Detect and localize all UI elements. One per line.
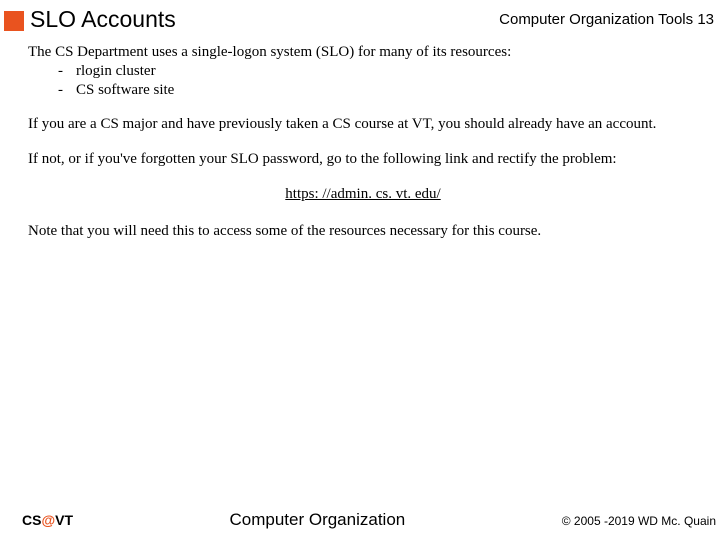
course-name: Computer Organization Tools — [499, 11, 693, 28]
brand-at: @ — [41, 512, 55, 528]
footer-course: Computer Organization — [73, 510, 562, 530]
footer-copyright: © 2005 -2019 WD Mc. Quain — [562, 514, 716, 528]
slide-header: SLO Accounts Computer Organization Tools… — [0, 0, 720, 43]
dash-icon: - — [58, 81, 76, 100]
bullet-text: CS software site — [76, 81, 174, 100]
dash-icon: - — [58, 62, 76, 81]
bullet-list: - rlogin cluster - CS software site — [28, 62, 698, 100]
slide-body: The CS Department uses a single-logon sy… — [0, 43, 720, 240]
header-context: Computer Organization Tools 13 — [499, 11, 716, 28]
list-item: - rlogin cluster — [58, 62, 698, 81]
slide-title: SLO Accounts — [30, 6, 499, 33]
brand-suffix: VT — [55, 512, 73, 528]
link-container: https: //admin. cs. vt. edu/ — [28, 185, 698, 204]
list-item: - CS software site — [58, 81, 698, 100]
intro-paragraph: The CS Department uses a single-logon sy… — [28, 43, 698, 99]
admin-link[interactable]: https: //admin. cs. vt. edu/ — [285, 186, 440, 202]
paragraph: Note that you will need this to access s… — [28, 222, 698, 241]
bullet-text: rlogin cluster — [76, 62, 156, 81]
paragraph: If you are a CS major and have previousl… — [28, 115, 698, 134]
paragraph: If not, or if you've forgotten your SLO … — [28, 150, 698, 169]
accent-square-icon — [4, 11, 24, 31]
footer-brand: CS@VT — [22, 512, 73, 528]
slide-footer: CS@VT Computer Organization © 2005 -2019… — [0, 510, 720, 530]
page-number: 13 — [697, 11, 714, 28]
brand-prefix: CS — [22, 512, 41, 528]
intro-text: The CS Department uses a single-logon sy… — [28, 43, 698, 62]
